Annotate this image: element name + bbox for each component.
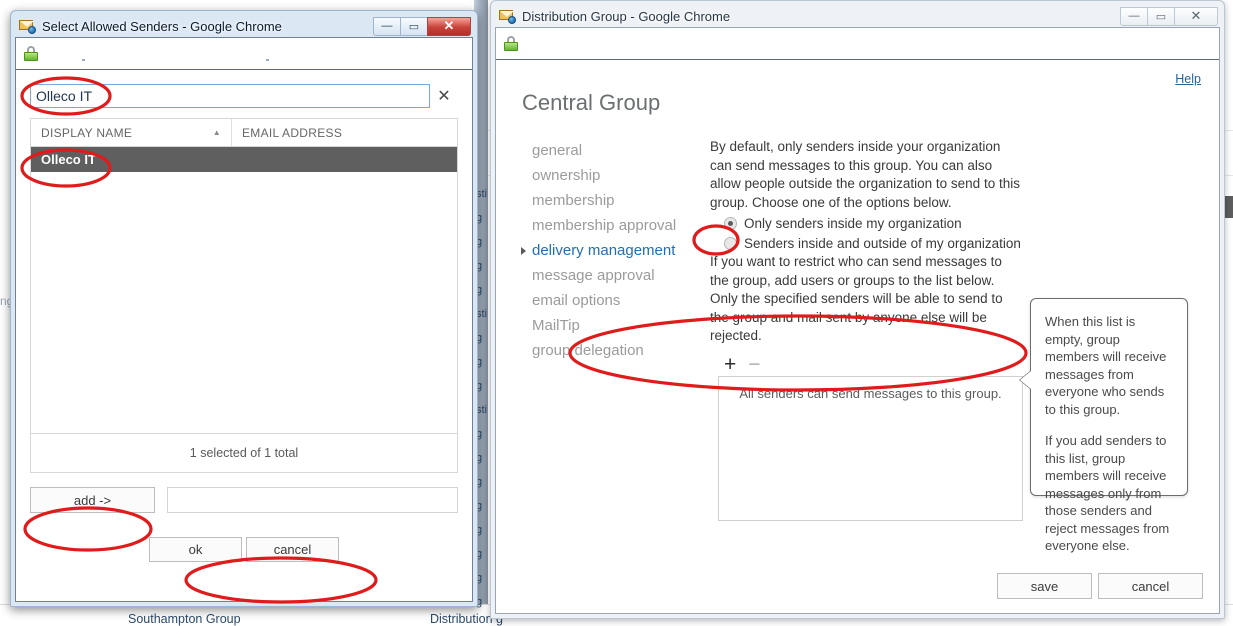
callout-paragraph-1: When this list is empty, group members w… xyxy=(1045,314,1167,417)
column-header-display-name[interactable]: DISPLAY NAME ▲ xyxy=(31,119,232,146)
search-input[interactable] xyxy=(30,84,430,108)
table-cell-display-name: Olleco IT xyxy=(41,152,96,167)
maximize-button[interactable]: ▭ xyxy=(400,16,428,36)
window-titlebar[interactable]: Select Allowed Senders - Google Chrome —… xyxy=(15,15,473,37)
nav-item-group-delegation[interactable]: group delegation xyxy=(522,338,710,363)
grid-footer-count: 1 selected of 1 total xyxy=(31,433,457,472)
radio-only-inside[interactable]: Only senders inside my organization xyxy=(724,216,1191,231)
address-bar[interactable] xyxy=(496,28,1219,60)
sort-ascending-icon: ▲ xyxy=(212,128,221,137)
grid-rows[interactable]: Olleco IT xyxy=(31,147,457,433)
minimize-button[interactable]: — xyxy=(1120,6,1148,26)
window-title: Distribution Group - Google Chrome xyxy=(522,8,731,24)
select-allowed-senders-window[interactable]: Select Allowed Senders - Google Chrome —… xyxy=(10,10,478,607)
secure-lock-icon xyxy=(504,36,518,51)
nav-item-message-approval[interactable]: message approval xyxy=(522,263,710,288)
window-body: ✕ DISPLAY NAME ▲ EMAIL ADDRESS Olleco IT… xyxy=(15,37,473,602)
window-buttons[interactable]: — ▭ ✕ xyxy=(1120,6,1218,26)
page-title: Central Group xyxy=(522,90,661,115)
clear-search-icon[interactable]: ✕ xyxy=(430,84,458,108)
nav-item-mailtip[interactable]: MailTip xyxy=(522,313,710,338)
allowed-senders-list[interactable]: All senders can send messages to this gr… xyxy=(718,375,1023,521)
address-url[interactable] xyxy=(38,38,466,69)
window-title: Select Allowed Senders - Google Chrome xyxy=(42,18,282,34)
nav-item-ownership[interactable]: ownership xyxy=(522,163,710,188)
window-titlebar[interactable]: Distribution Group - Google Chrome — ▭ ✕ xyxy=(495,5,1220,27)
nav-item-email-options[interactable]: email options xyxy=(522,288,710,313)
bg-bottom-item-0: Southampton Group xyxy=(128,612,241,626)
allowed-senders-empty-message: All senders can send messages to this gr… xyxy=(739,385,1002,401)
radio-only-inside-label: Only senders inside my organization xyxy=(744,216,962,231)
minimize-button[interactable]: — xyxy=(373,16,401,36)
maximize-button[interactable]: ▭ xyxy=(1147,6,1175,26)
settings-nav[interactable]: general ownership membership membership … xyxy=(514,138,710,521)
radio-inside-and-outside-label: Senders inside and outside of my organiz… xyxy=(744,236,1021,251)
nav-item-membership[interactable]: membership xyxy=(522,188,710,213)
search-row[interactable]: ✕ xyxy=(30,84,458,108)
selected-recipients-field[interactable] xyxy=(167,487,458,513)
ok-button[interactable]: ok xyxy=(149,537,242,562)
tooltip-callout: When this list is empty, group members w… xyxy=(1020,298,1188,553)
column-header-display-name-label: DISPLAY NAME xyxy=(41,125,133,140)
dialog-footer[interactable]: ok cancel xyxy=(30,537,458,562)
secure-lock-icon xyxy=(24,46,38,61)
add-row[interactable]: add -> xyxy=(30,487,458,513)
minus-icon[interactable]: − xyxy=(748,354,760,375)
address-url[interactable] xyxy=(518,28,1213,59)
radio-off-icon[interactable] xyxy=(724,237,737,250)
table-row[interactable]: Olleco IT xyxy=(31,147,457,172)
close-button[interactable]: ✕ xyxy=(1174,6,1218,26)
plus-icon[interactable]: + xyxy=(724,354,736,375)
senders-picker-page: ✕ DISPLAY NAME ▲ EMAIL ADDRESS Olleco IT… xyxy=(16,70,472,601)
grid-header-row: DISPLAY NAME ▲ EMAIL ADDRESS xyxy=(31,119,457,147)
cancel-button[interactable]: cancel xyxy=(1098,573,1203,599)
chrome-app-mail-icon xyxy=(19,19,36,34)
dialog-footer[interactable]: save cancel xyxy=(997,573,1203,599)
help-link[interactable]: Help xyxy=(1175,72,1201,86)
chrome-app-mail-icon xyxy=(499,9,516,24)
cancel-button[interactable]: cancel xyxy=(246,537,339,562)
address-bar[interactable] xyxy=(16,38,472,70)
nav-item-membership-approval[interactable]: membership approval xyxy=(522,213,710,238)
window-buttons[interactable]: — ▭ ✕ xyxy=(373,16,471,36)
results-grid[interactable]: DISPLAY NAME ▲ EMAIL ADDRESS Olleco IT 1… xyxy=(30,118,458,473)
column-header-email-address[interactable]: EMAIL ADDRESS xyxy=(232,119,352,146)
callout-tail xyxy=(1020,371,1031,389)
add-button[interactable]: add -> xyxy=(30,487,155,513)
callout-paragraph-2: If you add senders to this list, group m… xyxy=(1045,433,1170,553)
save-button[interactable]: save xyxy=(997,573,1092,599)
nav-item-general[interactable]: general xyxy=(522,138,710,163)
nav-item-delivery-management[interactable]: delivery management xyxy=(521,238,710,263)
close-button[interactable]: ✕ xyxy=(427,16,471,36)
radio-inside-and-outside[interactable]: Senders inside and outside of my organiz… xyxy=(724,236,1191,251)
intro-paragraph: By default, only senders inside your org… xyxy=(710,139,1020,210)
radio-on-icon[interactable] xyxy=(724,217,737,230)
restrict-paragraph: If you want to restrict who can send mes… xyxy=(710,254,1003,343)
